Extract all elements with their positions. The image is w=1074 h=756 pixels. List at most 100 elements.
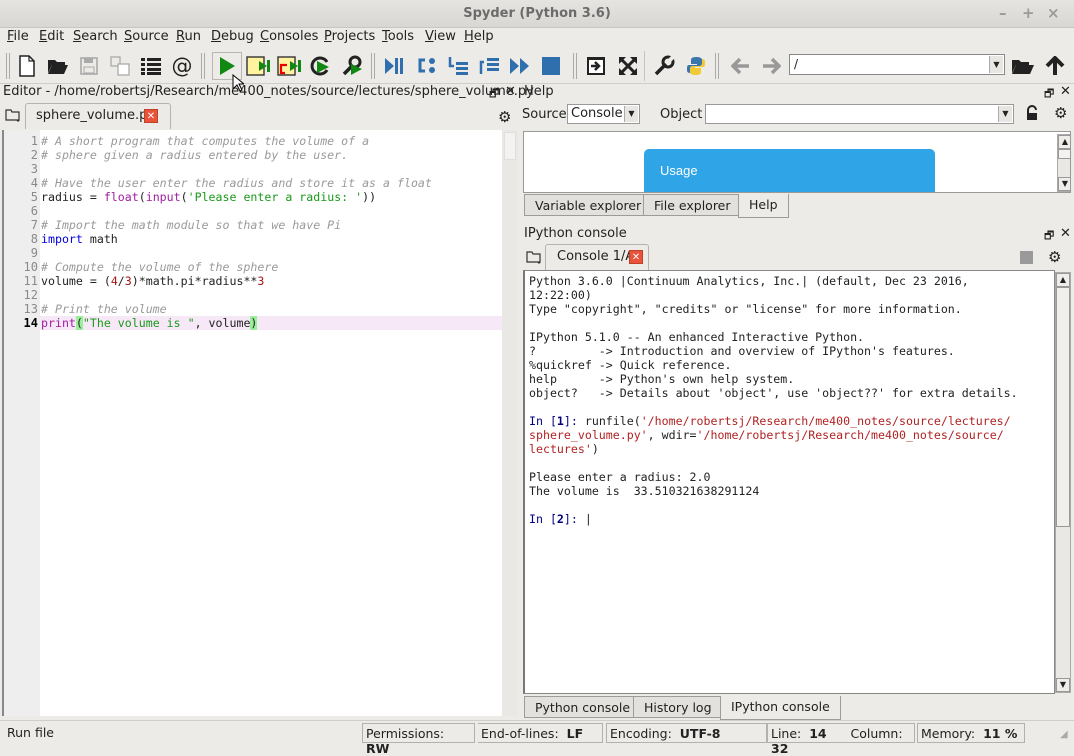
editor-scrollbar[interactable] <box>502 130 518 716</box>
step-icon[interactable] <box>415 54 439 78</box>
save-icon[interactable] <box>77 54 101 78</box>
status-message: Run file <box>7 725 54 740</box>
menu-source[interactable]: Source <box>124 29 169 44</box>
tab-file-explorer[interactable]: File explorer <box>643 194 742 216</box>
memory-label: Memory: <box>921 726 976 741</box>
ipython-console-output[interactable]: Python 3.6.0 |Continuum Analytics, Inc.|… <box>523 270 1055 694</box>
tab-history-log[interactable]: History log <box>633 696 723 718</box>
line-number: 3 <box>30 162 38 176</box>
gear-icon[interactable]: ⚙ <box>1048 248 1061 266</box>
memory-field: Memory: 11 % <box>917 723 1025 743</box>
close-tab-icon[interactable]: ✕ <box>629 250 643 264</box>
chevron-down-icon[interactable]: ▼ <box>998 106 1012 122</box>
open-file-icon[interactable] <box>46 54 70 78</box>
close-tab-icon[interactable]: ✕ <box>144 109 158 123</box>
permissions-label: Permissions: <box>366 726 445 741</box>
scroll-down-icon[interactable]: ▼ <box>1058 177 1070 191</box>
menu-search[interactable]: Search <box>73 29 118 44</box>
parent-dir-icon[interactable] <box>1043 54 1067 78</box>
run-cell-icon[interactable] <box>246 54 270 78</box>
resize-grip-icon[interactable]: ◢ <box>1060 729 1068 740</box>
step-return-icon[interactable] <box>477 54 501 78</box>
console-scrollbar[interactable]: ▲ ▼ <box>1055 272 1071 693</box>
menu-tools[interactable]: Tools <box>382 29 414 44</box>
close-pane-icon[interactable]: ✕ <box>505 84 516 99</box>
gear-icon[interactable]: ⚙ <box>1054 104 1067 122</box>
scroll-up-icon[interactable]: ▲ <box>1056 273 1070 287</box>
lock-icon[interactable] <box>1025 105 1039 125</box>
code-line: # Compute the volume of the sphere <box>41 260 279 274</box>
scroll-down-icon[interactable]: ▼ <box>1056 678 1070 692</box>
editor-tab[interactable]: sphere_volume.py ✕ <box>25 103 171 129</box>
browse-tabs-icon[interactable] <box>526 250 542 268</box>
undock-icon[interactable]: 🗗 <box>489 85 499 104</box>
close-pane-icon[interactable]: ✕ <box>1060 226 1071 241</box>
code-editor[interactable]: 1 # A short program that computes the vol… <box>2 130 504 716</box>
chevron-down-icon[interactable]: ▼ <box>624 106 638 122</box>
save-all-icon[interactable] <box>108 54 132 78</box>
close-pane-icon[interactable]: ✕ <box>1060 84 1071 99</box>
python-path-icon[interactable] <box>684 54 708 78</box>
new-file-icon[interactable] <box>15 54 39 78</box>
toolbar-grip[interactable] <box>6 53 10 79</box>
rerun-icon[interactable] <box>309 54 333 78</box>
preferences-icon[interactable] <box>652 54 676 78</box>
console-line: 12:22:00) <box>529 288 592 302</box>
line-number: 13 <box>23 302 38 316</box>
back-icon[interactable] <box>729 54 753 78</box>
scroll-up-icon[interactable]: ▲ <box>1058 135 1070 149</box>
tab-help[interactable]: Help <box>738 194 789 218</box>
code-line: import math <box>41 232 118 246</box>
at-icon[interactable]: @ <box>170 54 194 78</box>
interrupt-kernel-icon[interactable] <box>1020 251 1033 264</box>
gear-icon[interactable]: ⚙ <box>498 108 511 126</box>
console-line: Please enter a radius: 2.0 <box>529 470 711 484</box>
minimize-button[interactable]: – <box>999 4 1007 22</box>
menu-run[interactable]: Run <box>176 29 201 44</box>
browse-folder-icon[interactable] <box>1011 54 1035 78</box>
menu-view[interactable]: View <box>425 29 456 44</box>
help-scrollbar[interactable]: ▲ ▼ <box>1057 134 1070 192</box>
undock-icon[interactable]: 🗗 <box>1044 85 1054 104</box>
close-window-button[interactable]: × <box>1047 4 1060 22</box>
run-cell-advance-icon[interactable] <box>277 54 301 78</box>
menu-edit[interactable]: Edit <box>39 29 64 44</box>
toolbar-grip[interactable] <box>201 53 205 79</box>
chevron-down-icon[interactable]: ▼ <box>989 56 1003 73</box>
outline-icon[interactable] <box>139 54 163 78</box>
maximize-pane-icon[interactable] <box>584 54 608 78</box>
status-bar: Run file Permissions: RW End-of-lines: L… <box>0 720 1074 756</box>
toolbar-grip[interactable] <box>371 53 375 79</box>
menu-help[interactable]: Help <box>464 29 494 44</box>
stop-icon[interactable] <box>539 54 563 78</box>
menu-projects[interactable]: Projects <box>324 29 375 44</box>
run-config-icon[interactable] <box>340 54 364 78</box>
undock-icon[interactable]: 🗗 <box>1044 227 1054 246</box>
tab-variable-explorer[interactable]: Variable explorer <box>524 194 653 216</box>
window-title: Spyder (Python 3.6) <box>463 6 611 21</box>
browse-tabs-icon[interactable] <box>5 108 21 126</box>
tab-python-console[interactable]: Python console <box>524 696 642 718</box>
object-input[interactable]: ▼ <box>705 104 1014 124</box>
menu-file[interactable]: File <box>7 29 29 44</box>
debug-icon[interactable] <box>382 54 406 78</box>
scrollbar-thumb[interactable] <box>1056 287 1070 527</box>
forward-icon[interactable] <box>759 54 783 78</box>
step-into-icon[interactable] <box>446 54 470 78</box>
continue-icon[interactable] <box>508 54 532 78</box>
scrollbar-thumb[interactable] <box>504 132 516 160</box>
menu-consoles[interactable]: Consoles <box>260 29 318 44</box>
line-number: 6 <box>30 204 38 218</box>
fullscreen-icon[interactable] <box>616 54 640 78</box>
line-number: 5 <box>30 190 38 204</box>
toolbar-grip[interactable] <box>573 53 577 79</box>
source-select[interactable]: Console ▼ <box>567 104 640 124</box>
tab-ipython-console[interactable]: IPython console <box>720 696 841 720</box>
working-directory-input[interactable]: / ▼ <box>789 54 1005 75</box>
console-tab[interactable]: Console 1/A ✕ <box>545 244 649 270</box>
scrollbar-thumb[interactable] <box>1058 149 1070 159</box>
menu-debug[interactable]: Debug <box>211 29 254 44</box>
maximize-button[interactable]: + <box>1022 4 1035 22</box>
editor-pane-title: Editor - /home/robertsj/Research/me400_n… <box>3 84 534 99</box>
toolbar-grip[interactable] <box>715 53 719 79</box>
